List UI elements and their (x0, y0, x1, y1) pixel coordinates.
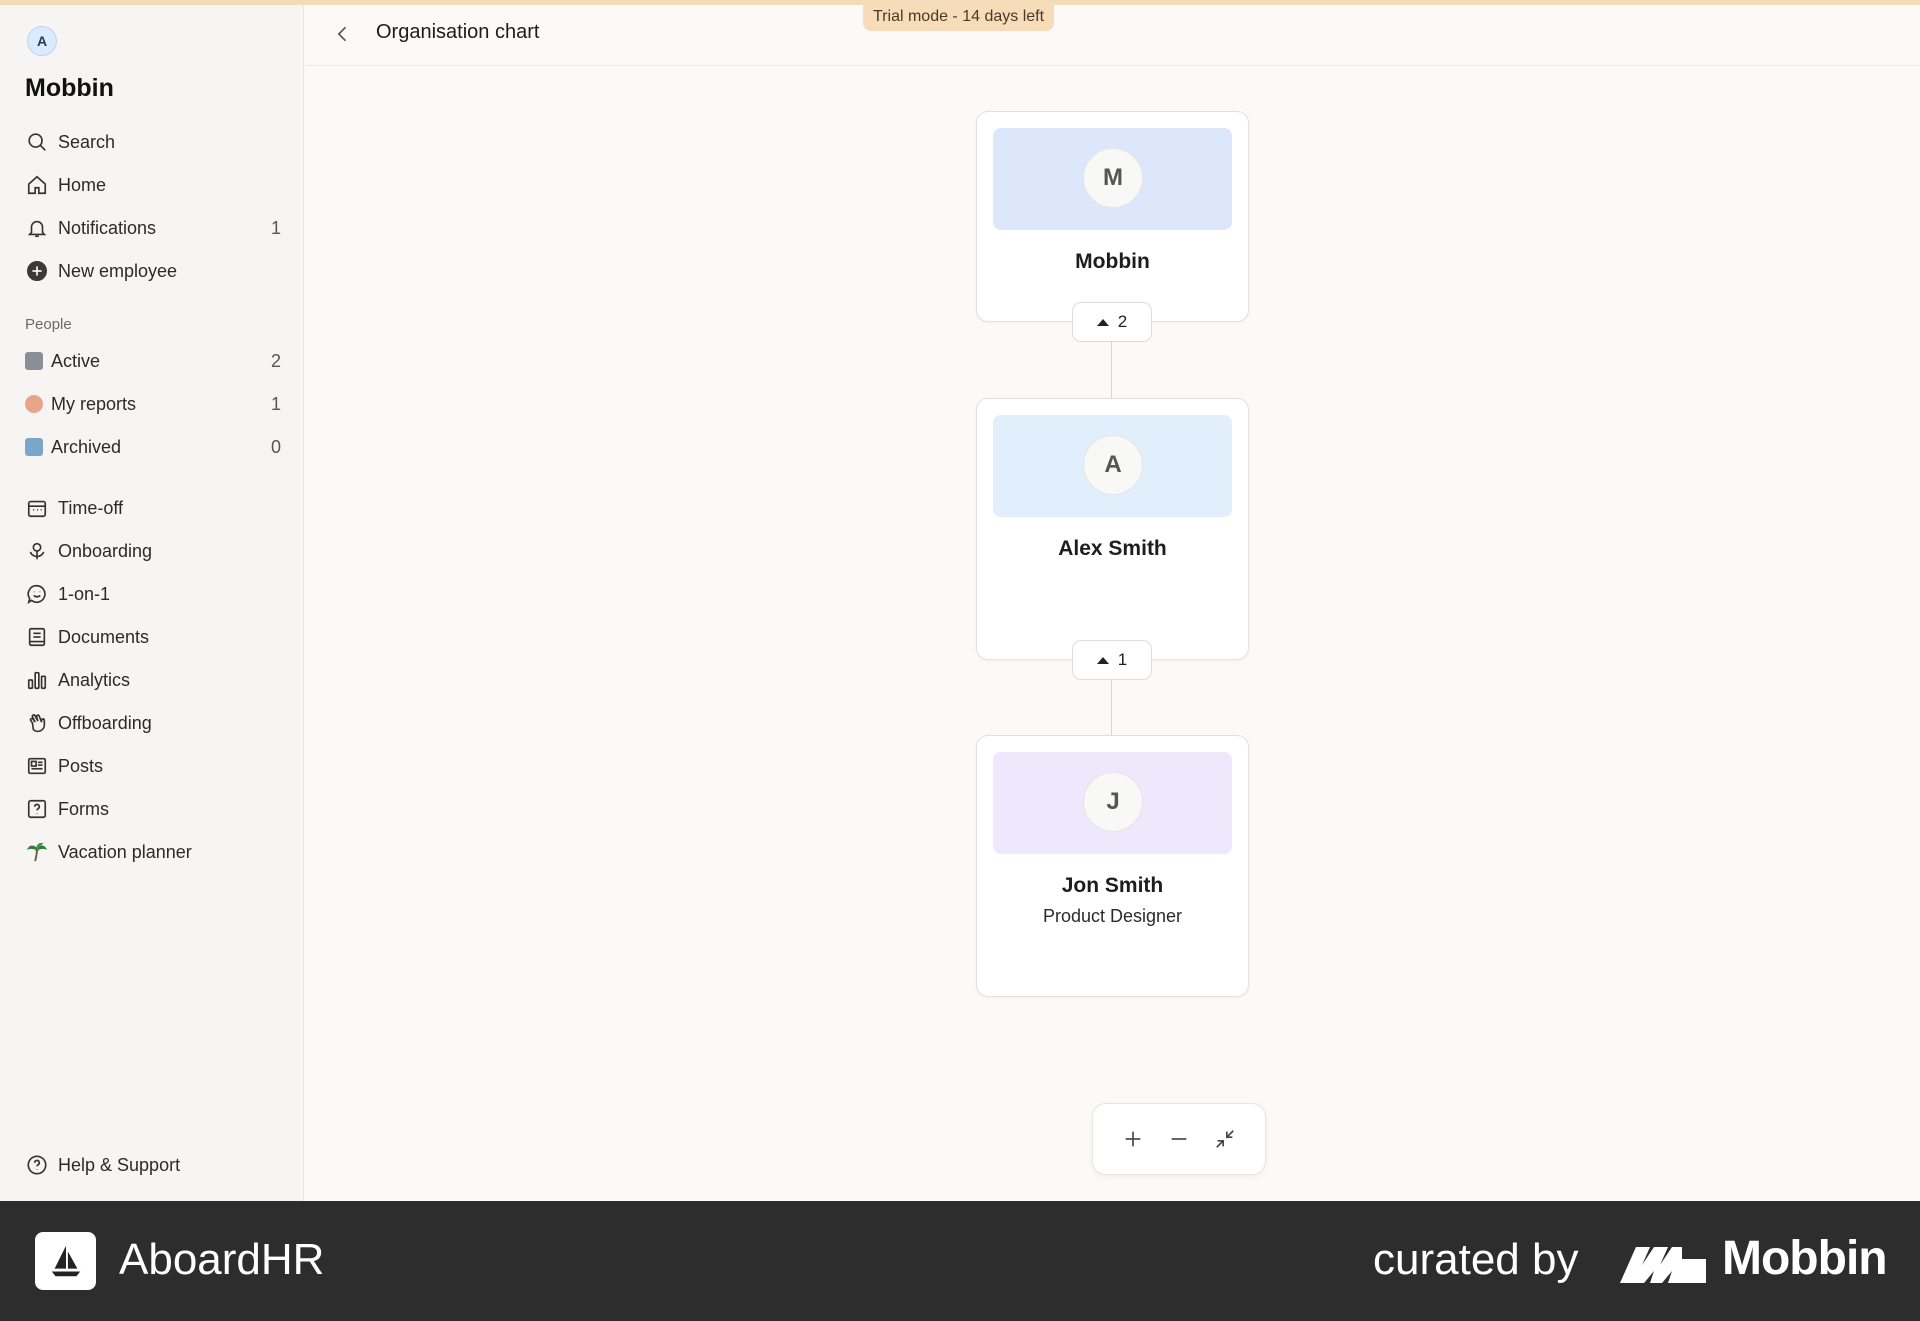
sidebar-item-archived[interactable]: Archived 0 (25, 429, 281, 465)
sidebar-item-forms[interactable]: Forms (25, 791, 281, 827)
notifications-count: 1 (270, 217, 281, 238)
chevron-left-icon (337, 26, 347, 42)
sidebar-item-label: New employee (58, 260, 178, 281)
sidebar-item-posts[interactable]: Posts (25, 748, 281, 784)
children-count: 2 (1117, 312, 1128, 331)
sidebar-item-label: Documents (58, 626, 150, 647)
children-count: 1 (1117, 650, 1128, 669)
sidebar-item-1-on-1[interactable]: 1-on-1 (25, 576, 281, 612)
zoom-in-button[interactable] (1120, 1126, 1146, 1152)
caret-up-icon (1096, 318, 1109, 326)
sidebar-item-search[interactable]: Search (25, 124, 281, 160)
workspace-avatar[interactable]: A (27, 26, 57, 56)
sidebar-item-notifications[interactable]: Notifications 1 (25, 210, 281, 246)
page-title: Organisation chart (376, 21, 540, 43)
sidebar-item-label: Notifications (58, 217, 157, 238)
archived-count: 0 (270, 436, 281, 457)
sidebar-item-label: Analytics (58, 669, 131, 690)
zoom-controls (1092, 1103, 1266, 1175)
sidebar-item-label: Time-off (58, 497, 124, 518)
node-name: Jon Smith (1061, 874, 1164, 897)
sidebar-item-time-off[interactable]: Time-off (25, 490, 281, 526)
aboardhr-logo (35, 1232, 96, 1290)
bar-chart-icon (25, 668, 49, 692)
app-name: AboardHR (119, 1235, 325, 1284)
smiley-chat-icon (25, 582, 49, 606)
building-emoji-icon (25, 352, 43, 370)
sidebar-item-label: My reports (51, 393, 137, 414)
sidebar-item-documents[interactable]: Documents (25, 619, 281, 655)
sidebar-item-active[interactable]: Active 2 (25, 343, 281, 379)
sidebar-item-label: Home (58, 174, 107, 195)
node-name: Mobbin (1075, 250, 1150, 273)
sidebar-item-label: Forms (58, 798, 109, 819)
collapse-children-button[interactable]: 2 (1072, 302, 1152, 342)
org-connector-line (1111, 680, 1112, 735)
curated-by-label: curated by (1373, 1235, 1579, 1284)
search-icon (25, 130, 49, 154)
fit-view-icon (1216, 1130, 1234, 1148)
sidebar-item-label: Search (58, 131, 116, 152)
sidebar-item-label: Onboarding (58, 540, 153, 561)
mobbin-logo-mark (1620, 1247, 1706, 1283)
sidebar-item-onboarding[interactable]: Onboarding (25, 533, 281, 569)
plus-circle-icon (25, 259, 49, 283)
bear-emoji-icon (25, 395, 43, 413)
mobbin-wordmark: Mobbin (1722, 1232, 1888, 1285)
node-role: Product Designer (1042, 906, 1183, 926)
zoom-in-icon (1125, 1131, 1141, 1147)
sidebar-item-label: Offboarding (58, 712, 152, 733)
my-reports-count: 1 (270, 393, 281, 414)
trial-mode-badge: Trial mode - 14 days left (863, 2, 1055, 31)
sidebar-item-label: Vacation planner (58, 841, 192, 862)
sailboat-icon (51, 1245, 80, 1277)
sidebar-item-new-employee[interactable]: New employee (25, 253, 281, 289)
newspaper-icon (25, 754, 49, 778)
fit-view-button[interactable] (1212, 1126, 1238, 1152)
people-section-label: People (25, 316, 72, 333)
sidebar-item-help-support[interactable]: Help & Support (25, 1147, 281, 1183)
bell-icon (25, 216, 49, 240)
active-count: 2 (270, 350, 281, 371)
org-connector-line (1111, 342, 1112, 398)
footer-bar: AboardHR curated by Mobbin (0, 1201, 1920, 1321)
zoom-out-button[interactable] (1166, 1126, 1192, 1152)
waving-hand-icon (25, 711, 49, 735)
sidebar-item-offboarding[interactable]: Offboarding (25, 705, 281, 741)
page-header: Organisation chart (305, 0, 1920, 66)
calendar-icon (25, 496, 49, 520)
org-node-alex-smith[interactable]: A Alex Smith (976, 398, 1249, 660)
document-icon (25, 625, 49, 649)
node-name: Alex Smith (1058, 537, 1167, 560)
sidebar-item-my-reports[interactable]: My reports 1 (25, 386, 281, 422)
sidebar-item-label: Posts (58, 755, 104, 776)
sidebar-item-analytics[interactable]: Analytics (25, 662, 281, 698)
caret-up-icon (1096, 656, 1109, 664)
node-avatar: M (1083, 148, 1143, 208)
palm-tree-icon (25, 840, 49, 864)
sidebar-item-label: 1-on-1 (58, 583, 111, 604)
help-circle-icon (25, 1153, 49, 1177)
box-emoji-icon (25, 438, 43, 456)
org-node-mobbin[interactable]: M Mobbin (976, 111, 1249, 322)
sidebar-item-label: Help & Support (58, 1154, 181, 1175)
zoom-out-icon (1171, 1138, 1187, 1140)
collapse-children-button[interactable]: 1 (1072, 640, 1152, 680)
node-avatar: A (1083, 435, 1143, 495)
sidebar-item-home[interactable]: Home (25, 167, 281, 203)
sidebar-item-label: Archived (51, 436, 122, 457)
home-icon (25, 173, 49, 197)
question-form-icon (25, 797, 49, 821)
flower-icon (25, 539, 49, 563)
back-button[interactable] (329, 20, 357, 48)
sidebar-item-label: Active (51, 350, 101, 371)
org-node-jon-smith[interactable]: J Jon Smith Product Designer (976, 735, 1249, 997)
sidebar-item-vacation-planner[interactable]: Vacation planner (25, 834, 281, 870)
sidebar: A Mobbin Search Home Notifications 1 New… (0, 0, 304, 1201)
node-avatar: J (1083, 772, 1143, 832)
workspace-name[interactable]: Mobbin (25, 74, 114, 103)
